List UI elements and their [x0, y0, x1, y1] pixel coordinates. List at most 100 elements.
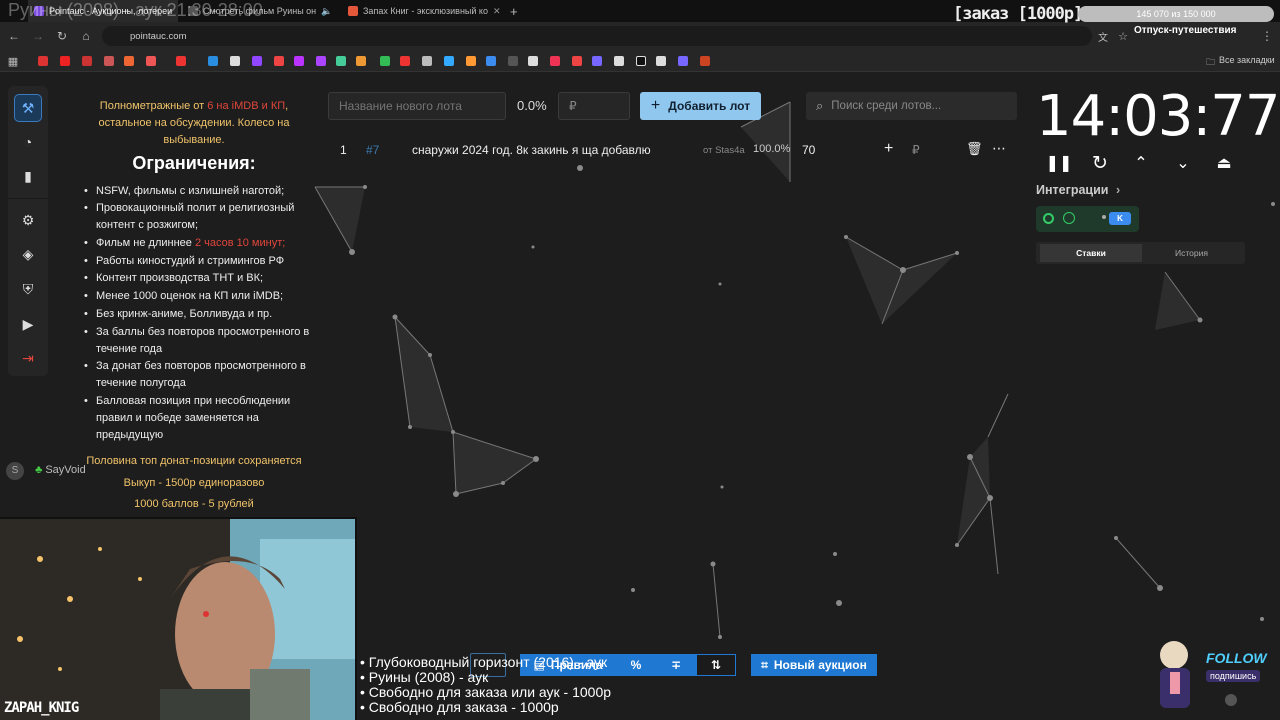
bookmark-icon[interactable] [572, 56, 582, 66]
rules-intro-highlight: 6 на iMDB и КП [207, 100, 286, 112]
chevron-up-icon[interactable]: ⌃ [1130, 152, 1152, 174]
zapah-favicon-icon [348, 6, 358, 16]
new-auction-icon: ⌗ [761, 657, 768, 672]
apps-grid-icon[interactable]: ▦ [4, 52, 22, 70]
lot-row[interactable]: 1 #7 снаружи 2024 год. 8к закинь я ща до… [330, 140, 1020, 162]
bookmark-icon[interactable] [38, 56, 48, 66]
bookmark-icon[interactable] [274, 56, 284, 66]
rule-item: NSFW, фильмы с излишней наготой; [84, 183, 318, 200]
bookmark-icon[interactable] [444, 56, 454, 66]
new-tab-button[interactable]: + [504, 0, 524, 22]
bookmark-icon[interactable] [528, 56, 538, 66]
rule-item: Балловая позиция при несоблюдении правил… [84, 393, 318, 444]
lot-percent: 100.0% [753, 143, 791, 155]
url-field[interactable]: pointauc.com [102, 26, 1092, 46]
bookmark-icon[interactable] [656, 56, 666, 66]
vk-icon[interactable] [486, 56, 496, 66]
tab-bets[interactable]: Ставки [1040, 244, 1142, 262]
home-icon[interactable]: ⌂ [77, 27, 95, 45]
bookmark-icon[interactable] [550, 56, 560, 66]
integrations-toggle[interactable]: Интеграции › [1036, 183, 1120, 197]
refresh-ring-icon[interactable] [1063, 212, 1075, 224]
lot-name[interactable]: снаружи 2024 год. 8к закинь я ща добавлю [412, 143, 651, 157]
queue-item: • Руины (2008) - аук [360, 669, 489, 685]
rules-footer-line2: Выкуп - 1500р единоразово [123, 477, 265, 489]
back-arrow-icon[interactable]: ← [5, 27, 23, 45]
forward-arrow-icon[interactable]: → [29, 27, 47, 45]
bookmark-icon[interactable] [636, 56, 646, 66]
stream-title-overlay: Руины (2008) - аук 21:30-28:00 [8, 0, 263, 20]
menu-dots-icon[interactable]: ⋮ [1258, 27, 1276, 45]
more-dots-icon[interactable]: ⋯ [992, 140, 1006, 157]
youtube-icon[interactable] [60, 56, 70, 66]
bookmark-icon[interactable] [678, 56, 688, 66]
gear-icon[interactable]: ⚙ [14, 206, 42, 234]
tab-history[interactable]: История [1142, 244, 1241, 262]
bookmark-icon[interactable] [422, 56, 432, 66]
bookmark-icon[interactable] [176, 56, 186, 66]
reset-timer-icon[interactable]: ↻ [1089, 152, 1111, 174]
percent-button[interactable]: % [616, 654, 656, 676]
bookmark-icon[interactable] [380, 56, 390, 66]
bookmark-icon[interactable] [700, 56, 710, 66]
follow-subtitle: подпишись [1206, 670, 1261, 682]
rule-item: Фильм не длиннее 2 часов 10 минут; [84, 235, 318, 252]
all-bookmarks[interactable]: 🗀 Все закладки [1206, 55, 1275, 71]
bookmark-icon[interactable] [336, 56, 346, 66]
rules-intro-comma: , [285, 100, 289, 112]
new-lot-name-input[interactable] [328, 92, 506, 120]
bookmark-icon[interactable] [230, 56, 240, 66]
add-lot-button[interactable]: + Добавить лот [640, 92, 761, 120]
reload-icon[interactable]: ↻ [53, 27, 71, 45]
bookmark-icon[interactable] [614, 56, 624, 66]
trash-icon[interactable]: 🗑 [966, 141, 983, 157]
layers-icon[interactable]: ◈ [14, 240, 42, 268]
tab-zapah-knig[interactable]: Запах Книг - эксклюзивный ко ✕ [342, 0, 502, 22]
pause-icon[interactable]: ❚❚ [1046, 152, 1073, 174]
twitch-icon[interactable] [252, 56, 262, 66]
bookmark-icon[interactable] [466, 56, 476, 66]
webcam-image [0, 519, 355, 720]
auction-hammer-icon[interactable]: ⚒ [14, 94, 42, 122]
new-lot-amount-input[interactable]: ₽ [558, 92, 630, 120]
split-button[interactable]: ∓ [656, 654, 696, 676]
lot-amount: 70 [802, 143, 816, 157]
shield-icon[interactable]: ⛨ [14, 275, 42, 303]
wheel-icon[interactable]: ◔ [14, 128, 42, 156]
speaker-icon[interactable]: 🔈 [321, 6, 332, 17]
close-tab-icon[interactable]: ✕ [493, 6, 501, 17]
star-icon[interactable]: ☆ [1114, 27, 1132, 45]
rules-intro-text: Полнометражные от [99, 100, 208, 112]
rule-item: Провокационный полит и религиозный конте… [84, 200, 318, 234]
new-auction-button[interactable]: ⌗ Новый аукцион [751, 654, 877, 676]
bookmark-icon[interactable] [104, 56, 114, 66]
sort-button[interactable]: ⇅ [696, 654, 736, 676]
bookmarks-bar: ▦ 🗀 Все закладки [0, 50, 1280, 72]
stats-icon[interactable]: ▮ [14, 162, 42, 190]
url-text: pointauc.com [130, 30, 187, 42]
video-icon[interactable]: ▶ [14, 310, 42, 338]
chevron-down-icon[interactable]: ⌄ [1172, 152, 1194, 174]
double-chevron-up-icon[interactable]: ⏏ [1213, 152, 1235, 174]
mail-icon[interactable] [124, 56, 134, 66]
lot-search-input[interactable]: ⌕ Поиск среди лотов... [806, 92, 1017, 120]
bookmark-icon[interactable] [208, 56, 218, 66]
bookmark-icon[interactable] [146, 56, 156, 66]
donation-goal-bar: 145 070 из 150 000 [1078, 6, 1274, 22]
bookmark-icon[interactable] [356, 56, 366, 66]
vk-icon[interactable]: K [1109, 212, 1131, 225]
bookmark-icon[interactable] [508, 56, 518, 66]
bookmark-icon[interactable] [400, 56, 410, 66]
status-dot-icon[interactable] [1043, 213, 1054, 224]
rule-item-text: Фильм не длиннее [96, 237, 195, 249]
logout-icon[interactable]: ⇥ [14, 344, 42, 372]
add-to-lot-icon[interactable]: + [884, 140, 893, 158]
bookmark-icon[interactable] [592, 56, 602, 66]
bookmark-icon[interactable] [82, 56, 92, 66]
bookmark-icon[interactable] [294, 56, 304, 66]
goal-name: Отпуск-путешествия [1134, 25, 1237, 36]
bookmark-icon[interactable] [316, 56, 326, 66]
translate-icon[interactable]: 文 [1094, 27, 1112, 45]
follow-widget: FOLLOW подпишись [1146, 630, 1272, 712]
integrations-label: Интеграции [1036, 183, 1109, 197]
